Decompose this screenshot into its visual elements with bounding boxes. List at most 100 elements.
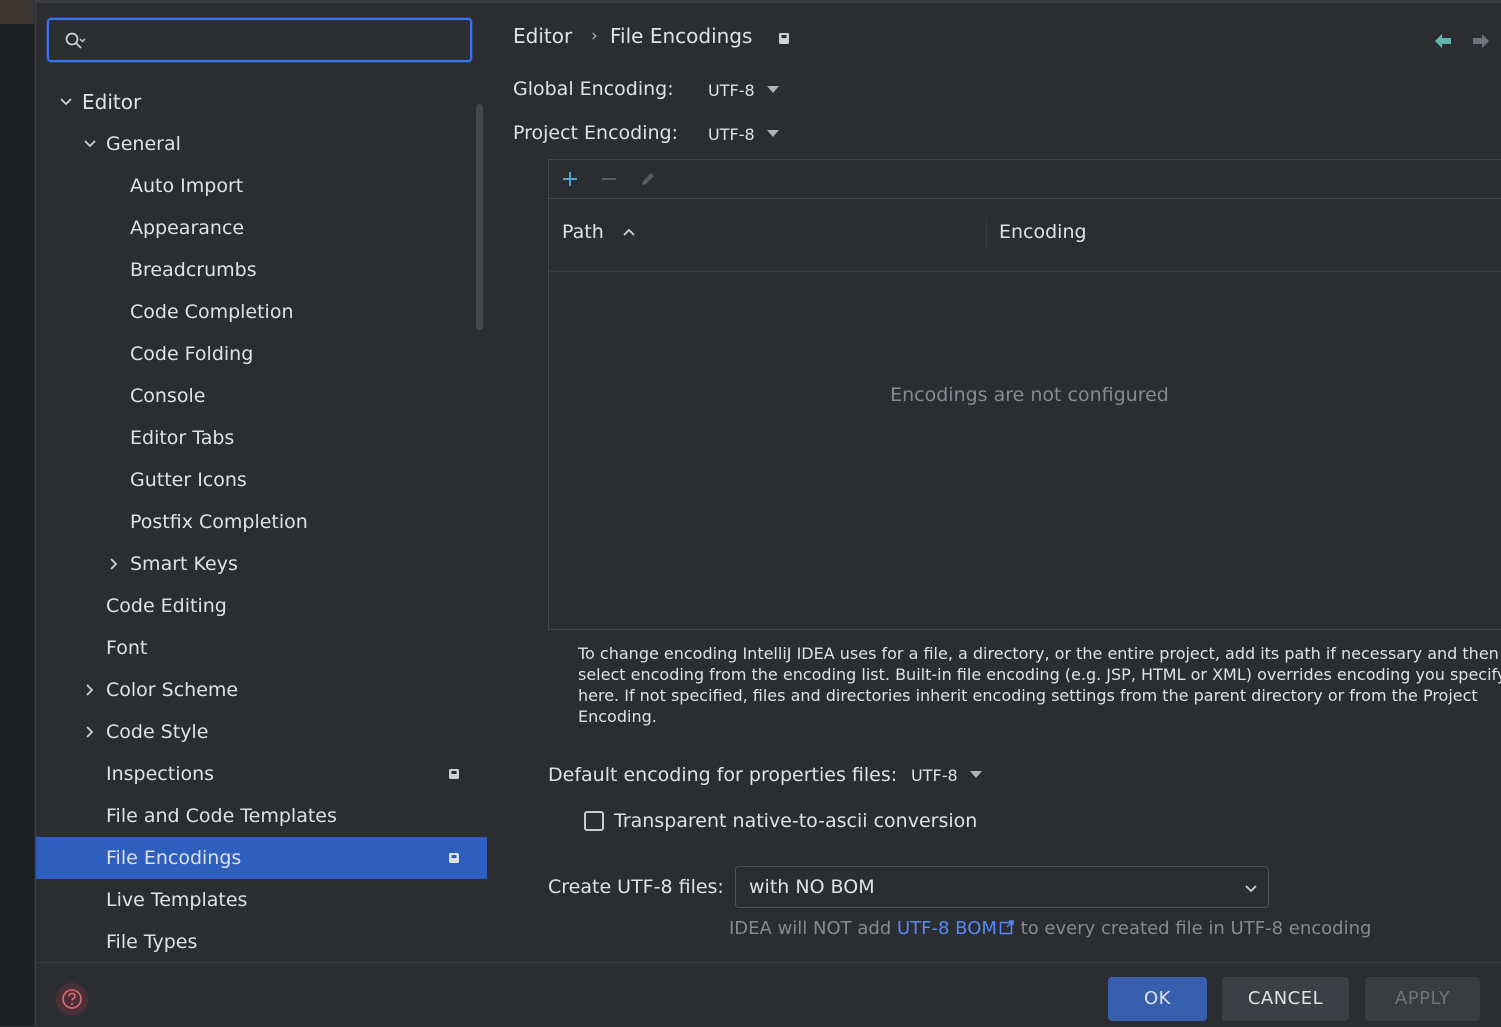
tree-item-code-folding[interactable]: Code Folding (36, 333, 488, 375)
tree-item-general[interactable]: General (36, 123, 488, 165)
chevron-right-icon[interactable] (83, 725, 97, 739)
empty-table-text: Encodings are not configured (890, 384, 1169, 406)
tree-item-auto-import[interactable]: Auto Import (36, 165, 488, 207)
tree-item-label: Editor Tabs (130, 427, 235, 449)
tree-item-label: Appearance (130, 217, 245, 239)
tree-item-color-scheme[interactable]: Color Scheme (36, 669, 488, 711)
tree-item-code-completion[interactable]: Code Completion (36, 291, 488, 333)
tree-item-editor[interactable]: Editor (36, 81, 488, 123)
tree-item-live-templates[interactable]: Live Templates (36, 879, 488, 921)
tree-item-label: Code Editing (106, 595, 227, 617)
column-header-label: Path (562, 221, 604, 243)
tree-item-gutter-icons[interactable]: Gutter Icons (36, 459, 488, 501)
tree-item-label: Code Folding (130, 343, 254, 365)
tree-item-editor-tabs[interactable]: Editor Tabs (36, 417, 488, 459)
tree-item-code-editing[interactable]: Code Editing (36, 585, 488, 627)
global-encoding-dropdown[interactable]: UTF-8 (708, 81, 779, 100)
create-utf8-select[interactable]: with NO BOM (735, 866, 1269, 908)
column-divider[interactable] (986, 219, 987, 251)
tree-item-file-encodings[interactable]: File Encodings (36, 837, 487, 879)
tree-item-file-types[interactable]: File Types (36, 921, 488, 963)
settings-dialog: Editor General Auto Import Appearance Br… (35, 0, 1501, 1027)
tree-item-appearance[interactable]: Appearance (36, 207, 488, 249)
properties-encoding-dropdown[interactable]: UTF-8 (911, 766, 982, 785)
question-mark-icon (62, 989, 82, 1009)
help-button[interactable] (56, 983, 88, 1015)
tree-item-font[interactable]: Font (36, 627, 488, 669)
ide-tab-fragment (0, 0, 34, 24)
global-encoding-label: Global Encoding: (513, 78, 674, 100)
table-toolbar (549, 160, 1501, 199)
hint-text: IDEA will NOT add (729, 918, 897, 939)
tree-item-label: Font (106, 637, 148, 659)
path-encoding-table: Path Encoding Encodings are not configur… (548, 159, 1501, 630)
tree-item-label: Code Style (106, 721, 209, 743)
apply-button[interactable]: APPLY (1365, 977, 1480, 1021)
tree-item-label: File and Code Templates (106, 805, 337, 827)
forward-arrow-icon[interactable] (1470, 30, 1492, 52)
ide-background-strip (0, 0, 34, 1026)
project-encoding-label: Project Encoding: (513, 122, 679, 144)
tree-item-label: Live Templates (106, 889, 248, 911)
encoding-description: To change encoding IntelliJ IDEA uses fo… (578, 644, 1501, 726)
breadcrumb-current: File Encodings (610, 24, 753, 48)
column-header-path[interactable]: Path (562, 221, 636, 243)
ok-button[interactable]: OK (1108, 977, 1207, 1021)
add-icon[interactable] (560, 169, 580, 189)
tree-item-label: Smart Keys (130, 553, 238, 575)
transparent-conversion-label[interactable]: Transparent native-to-ascii conversion (614, 810, 977, 832)
project-scope-icon (449, 769, 459, 779)
tree-item-label: Gutter Icons (130, 469, 247, 491)
project-scope-icon (779, 33, 789, 44)
cancel-button[interactable]: CANCEL (1222, 977, 1349, 1021)
project-encoding-value: UTF-8 (708, 125, 755, 144)
tree-item-label: Inspections (106, 763, 215, 785)
chevron-right-icon[interactable] (107, 557, 121, 571)
settings-content: Editor › File Encodings Global Encoding:… (513, 0, 1501, 960)
project-encoding-dropdown[interactable]: UTF-8 (708, 125, 779, 144)
properties-encoding-label: Default encoding for properties files: (548, 764, 898, 786)
search-icon (65, 32, 86, 49)
project-scope-icon (449, 853, 459, 863)
table-header: Path Encoding (549, 199, 1501, 272)
settings-sidebar: Editor General Auto Import Appearance Br… (36, 3, 488, 961)
properties-encoding-value: UTF-8 (911, 766, 958, 785)
back-arrow-icon[interactable] (1432, 30, 1454, 52)
utf8-bom-link[interactable]: UTF-8 BOM (897, 918, 1015, 939)
tree-item-breadcrumbs[interactable]: Breadcrumbs (36, 249, 488, 291)
tree-item-label: General (106, 133, 181, 155)
sort-ascending-icon (623, 228, 635, 236)
dropdown-arrow-icon (969, 771, 982, 778)
breadcrumb-parent[interactable]: Editor (513, 24, 572, 48)
bom-hint: IDEA will NOT add UTF-8 BOM to every cre… (729, 918, 1371, 939)
tree-item-postfix-completion[interactable]: Postfix Completion (36, 501, 488, 543)
tree-item-console[interactable]: Console (36, 375, 488, 417)
external-link-icon (999, 920, 1014, 935)
tree-item-label: Console (130, 385, 206, 407)
create-utf8-value: with NO BOM (749, 876, 875, 898)
transparent-conversion-checkbox[interactable] (584, 811, 604, 831)
tree-item-code-style[interactable]: Code Style (36, 711, 488, 753)
tree-scrollbar[interactable] (476, 104, 483, 330)
chevron-right-icon[interactable] (83, 683, 97, 697)
tree-item-smart-keys[interactable]: Smart Keys (36, 543, 488, 585)
link-text: UTF-8 BOM (896, 918, 997, 939)
global-encoding-value: UTF-8 (708, 81, 755, 100)
chevron-down-icon (1245, 885, 1257, 893)
settings-search-input[interactable] (47, 18, 472, 62)
tree-item-file-code-templates[interactable]: File and Code Templates (36, 795, 488, 837)
tree-item-label: Auto Import (130, 175, 244, 197)
tree-item-label: Color Scheme (106, 679, 239, 701)
edit-icon[interactable] (638, 169, 658, 189)
breadcrumb-separator: › (591, 26, 598, 46)
tree-item-label: Code Completion (130, 301, 294, 323)
hint-text: to every created file in UTF-8 encoding (1014, 918, 1372, 939)
tree-item-label: Editor (82, 90, 142, 114)
tree-item-inspections[interactable]: Inspections (36, 753, 488, 795)
column-header-encoding[interactable]: Encoding (999, 221, 1087, 243)
dropdown-arrow-icon (766, 86, 779, 93)
remove-icon[interactable] (599, 169, 619, 189)
chevron-down-icon[interactable] (59, 95, 73, 109)
chevron-down-icon[interactable] (83, 137, 97, 151)
create-utf8-label: Create UTF-8 files: (548, 876, 724, 898)
